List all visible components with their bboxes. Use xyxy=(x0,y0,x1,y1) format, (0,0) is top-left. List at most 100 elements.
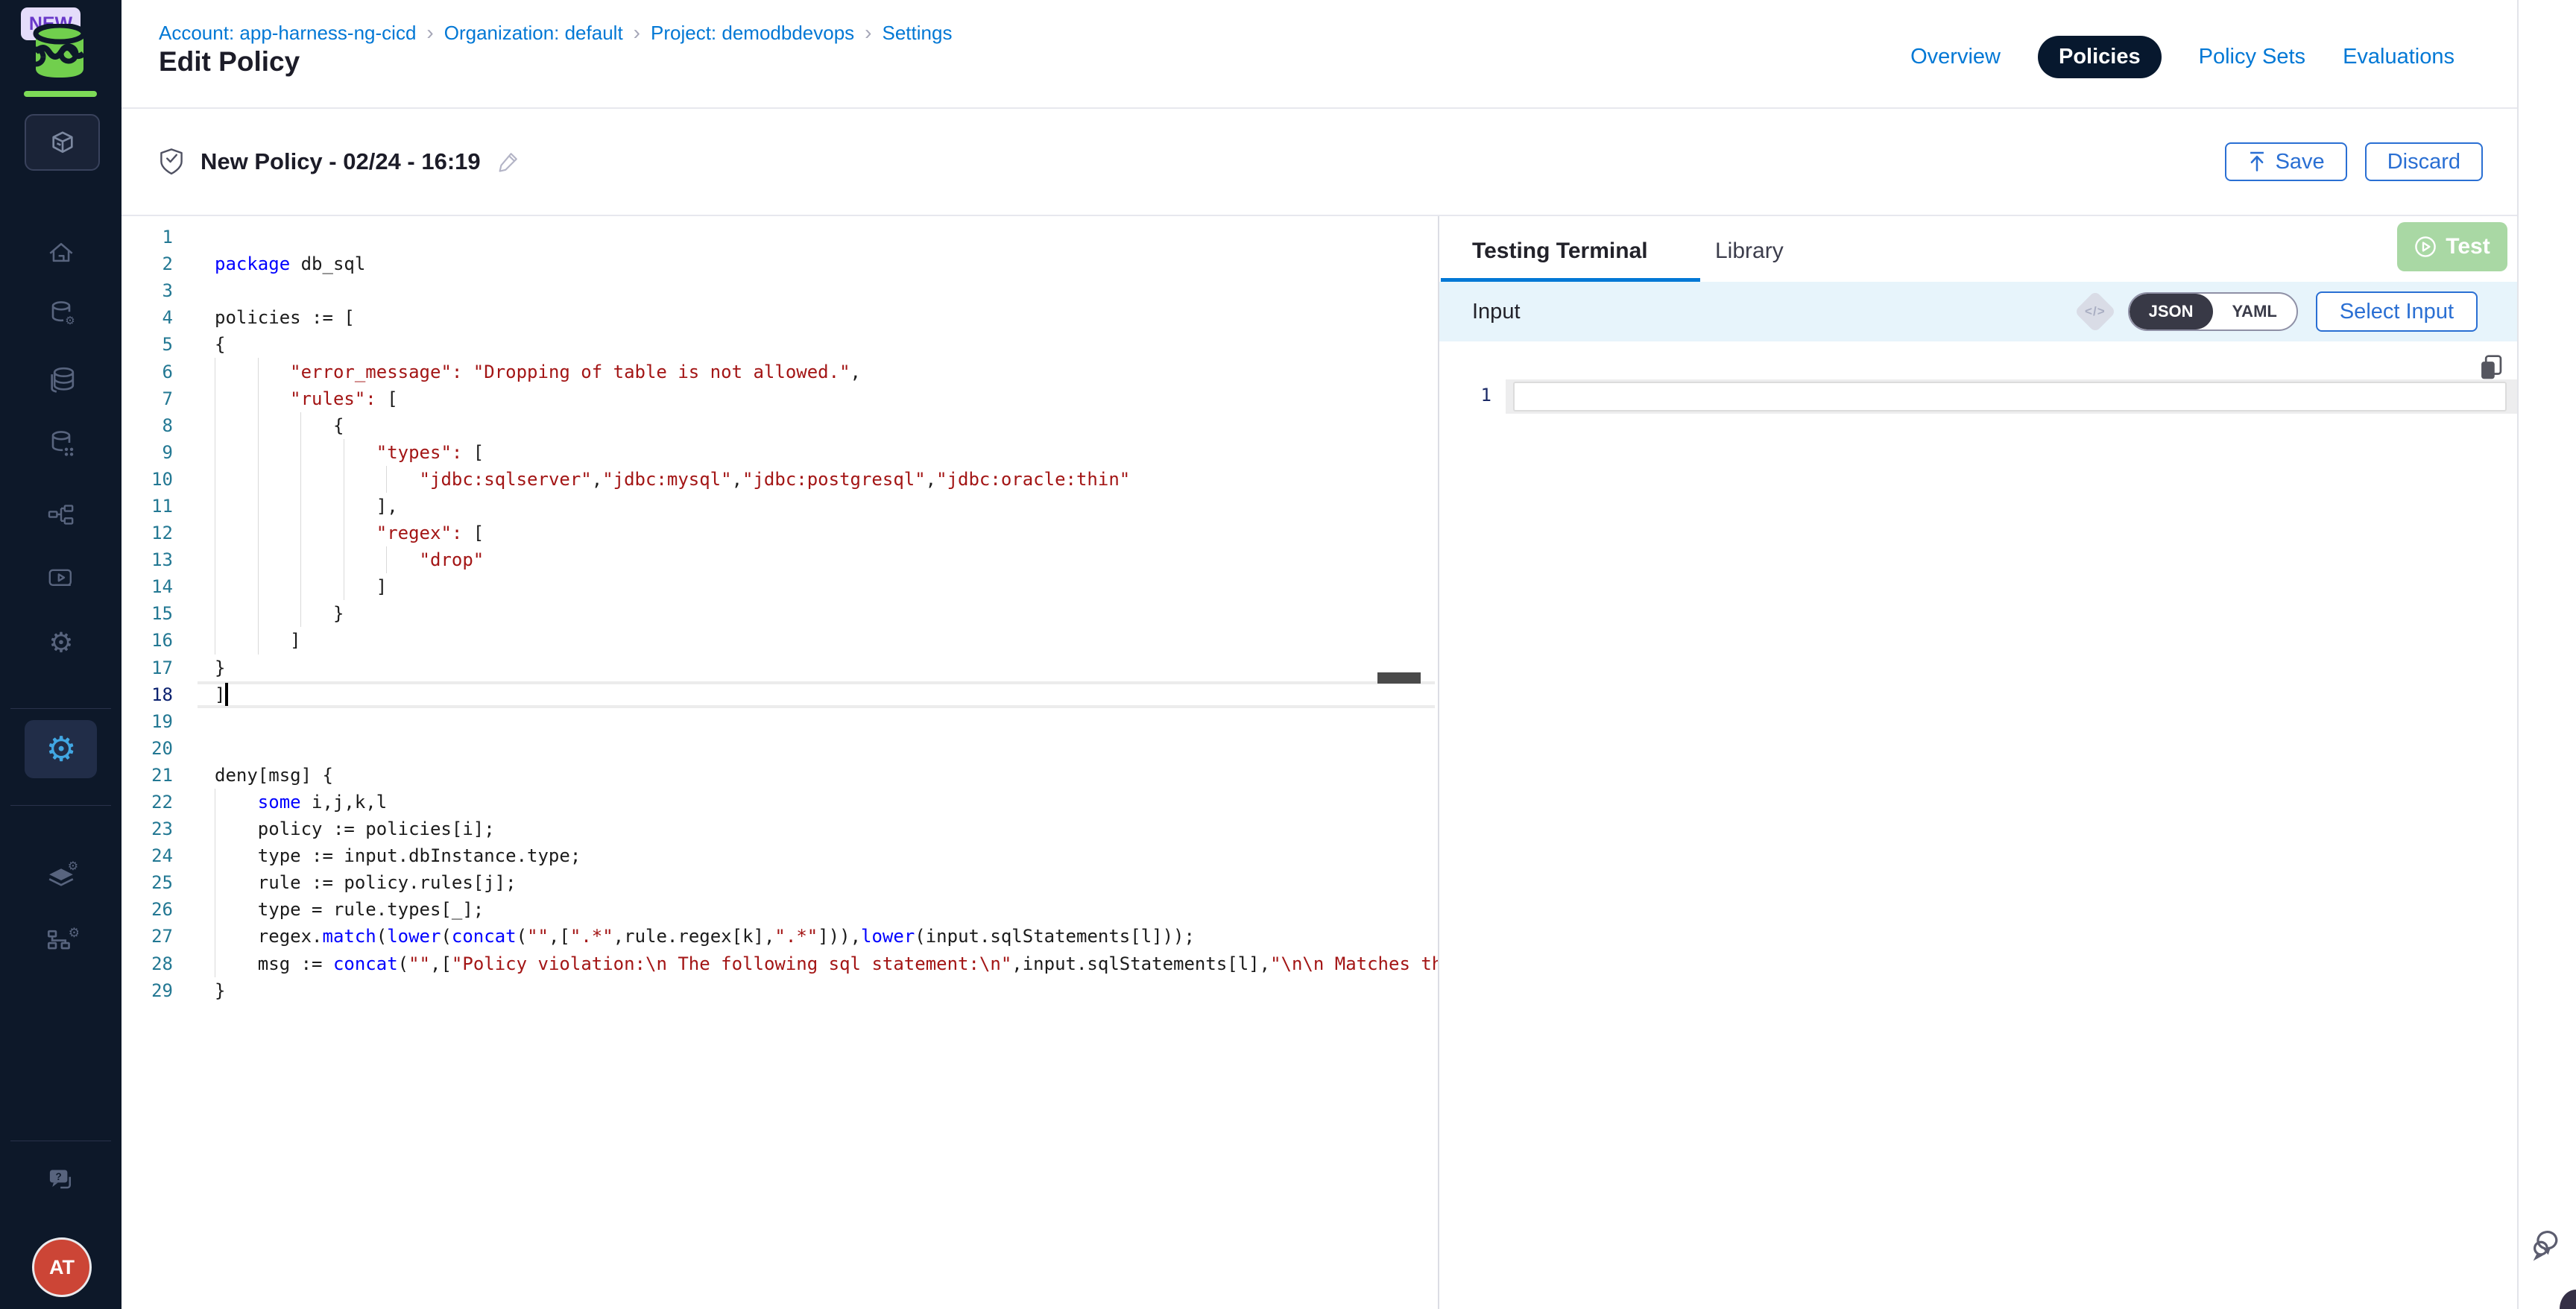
code-line[interactable]: 3 xyxy=(121,277,1438,304)
discard-button[interactable]: Discard xyxy=(2365,142,2483,181)
code-line[interactable]: 7 "rules": [ xyxy=(121,385,1438,412)
database-dots-icon xyxy=(45,426,78,459)
breadcrumb-settings[interactable]: Settings xyxy=(883,22,953,45)
input-editor-active-line xyxy=(1506,379,2517,414)
breadcrumb-account[interactable]: Account: app-harness-ng-cicd xyxy=(159,22,416,45)
code-line[interactable]: 2package db_sql xyxy=(121,250,1438,277)
input-label: Input xyxy=(1472,300,1521,324)
sidebar-item-db-stack[interactable] xyxy=(0,364,121,397)
tab-evaluations[interactable]: Evaluations xyxy=(2343,45,2455,69)
code-line[interactable]: 24 type := input.dbInstance.type; xyxy=(121,842,1438,869)
code-line[interactable]: 4policies := [ xyxy=(121,304,1438,331)
breadcrumb-separator: › xyxy=(865,21,871,45)
code-line[interactable]: 1 xyxy=(121,224,1438,250)
svg-text:⚙: ⚙ xyxy=(45,731,76,769)
input-editor-line-number: 1 xyxy=(1477,385,1491,406)
code-line[interactable]: 20 xyxy=(121,735,1438,762)
sidebar-item-account-settings[interactable]: ⚙ xyxy=(0,859,121,892)
tab-policy-sets[interactable]: Policy Sets xyxy=(2199,45,2305,69)
sidebar-divider xyxy=(10,708,111,709)
copy-icon[interactable] xyxy=(2478,353,2504,382)
svg-text:⚙: ⚙ xyxy=(48,627,73,657)
code-line[interactable]: 5{ xyxy=(121,331,1438,358)
code-line[interactable]: 9 "types": [ xyxy=(121,439,1438,466)
code-line[interactable]: 12 "regex": [ xyxy=(121,520,1438,546)
input-header: Input </> JSON YAML Select Input xyxy=(1439,282,2517,341)
sidebar-item-db-settings[interactable]: ⚙ xyxy=(0,297,121,329)
code-line[interactable]: 16 ] xyxy=(121,627,1438,654)
code-format-icon[interactable]: </> xyxy=(2074,291,2116,333)
tab-policies[interactable]: Policies xyxy=(2038,36,2162,78)
code-line[interactable]: 27 regex.match(lower(concat("",[".*",rul… xyxy=(121,923,1438,950)
code-line[interactable]: 29} xyxy=(121,977,1438,1004)
code-line[interactable]: 26 type = rule.types[_]; xyxy=(121,896,1438,923)
home-icon xyxy=(45,237,77,268)
right-rail xyxy=(2517,0,2576,1309)
save-button[interactable]: Save xyxy=(2225,142,2347,181)
code-line[interactable]: 22 some i,j,k,l xyxy=(121,789,1438,816)
play-circle-icon xyxy=(2414,236,2437,258)
avatar[interactable]: AT xyxy=(32,1237,92,1297)
harness-dbdevops-logo xyxy=(33,24,86,79)
text-cursor xyxy=(225,683,228,706)
code-line[interactable]: 11 ], xyxy=(121,493,1438,520)
sidebar-item-help[interactable]: ? xyxy=(0,1164,121,1196)
sidebar-item-gear[interactable]: ⚙ xyxy=(0,626,121,659)
code-line[interactable]: 21deny[msg] { xyxy=(121,762,1438,789)
database-gear-icon: ⚙ xyxy=(45,297,78,329)
sidebar-item-home[interactable] xyxy=(0,237,121,268)
test-button[interactable]: Test xyxy=(2397,222,2507,271)
select-input-button[interactable]: Select Input xyxy=(2316,291,2478,332)
breadcrumb-project[interactable]: Project: demodbdevops xyxy=(651,22,854,45)
code-line[interactable]: 13 "drop" xyxy=(121,546,1438,573)
panel-tabs: Testing Terminal Library Test xyxy=(1439,216,2517,282)
code-line[interactable]: 6 "error_message": "Dropping of table is… xyxy=(121,358,1438,385)
code-line[interactable]: 15 } xyxy=(121,600,1438,627)
testing-panel: Testing Terminal Library Test Input </> … xyxy=(1439,216,2517,1309)
org-structure-gear-icon: ⚙ xyxy=(44,921,78,954)
svg-text:?: ? xyxy=(55,1171,61,1182)
policy-name: New Policy - 02/24 - 16:19 xyxy=(201,148,481,175)
sidebar-item-pipelines[interactable] xyxy=(0,501,121,531)
code-line[interactable]: 10 "jdbc:sqlserver","jdbc:mysql","jdbc:p… xyxy=(121,466,1438,493)
test-input-field[interactable] xyxy=(1513,382,2507,411)
help-chat-icon: ? xyxy=(44,1164,78,1196)
layers-gear-icon: ⚙ xyxy=(44,859,78,892)
code-line[interactable]: 28 msg := concat("",["Policy violation:\… xyxy=(121,950,1438,977)
code-line[interactable]: 14 ] xyxy=(121,573,1438,600)
code-line[interactable]: 19 xyxy=(121,708,1438,735)
module-selector[interactable] xyxy=(25,114,100,171)
database-stack-icon xyxy=(44,364,78,397)
sidebar-item-org-settings[interactable]: ⚙ xyxy=(0,921,121,954)
svg-text:⚙: ⚙ xyxy=(68,925,78,940)
pipeline-nodes-icon xyxy=(44,501,78,531)
format-option-json[interactable]: JSON xyxy=(2130,294,2213,329)
tab-library[interactable]: Library xyxy=(1715,239,1784,264)
breadcrumb-organization[interactable]: Organization: default xyxy=(444,22,623,45)
code-line[interactable]: 17} xyxy=(121,654,1438,681)
shield-check-icon xyxy=(159,148,184,176)
format-option-yaml[interactable]: YAML xyxy=(2213,294,2296,329)
sidebar-item-executions[interactable] xyxy=(0,564,121,593)
page-title: Edit Policy xyxy=(159,46,300,78)
breadcrumb-separator: › xyxy=(426,21,433,45)
svg-text:⚙: ⚙ xyxy=(65,315,75,327)
code-line[interactable]: 23 policy := policies[i]; xyxy=(121,816,1438,842)
chat-bubbles-icon[interactable] xyxy=(2531,1227,2566,1261)
video-play-icon xyxy=(45,564,78,593)
code-line[interactable]: 18] xyxy=(121,681,1438,708)
policy-code-editor[interactable]: 12package db_sql34policies := [5{6 "erro… xyxy=(121,216,1438,1309)
code-editor-lines: 12package db_sql34policies := [5{6 "erro… xyxy=(121,224,1438,1004)
cursor-overview-marker xyxy=(1377,672,1421,684)
edit-pencil-icon[interactable] xyxy=(497,151,520,173)
code-line[interactable]: 8 { xyxy=(121,412,1438,439)
sidebar-divider xyxy=(10,805,111,806)
sidebar-item-db-instances[interactable] xyxy=(0,426,121,459)
page-header: Account: app-harness-ng-cicd › Organizat… xyxy=(121,0,2517,109)
sidebar-item-project-settings-active[interactable]: ⚙ xyxy=(25,720,97,778)
settings-gear-active-icon: ⚙ xyxy=(42,730,80,769)
format-toggle: JSON YAML xyxy=(2128,292,2298,331)
tab-testing-terminal[interactable]: Testing Terminal xyxy=(1472,239,1648,264)
tab-overview[interactable]: Overview xyxy=(1910,45,2001,69)
code-line[interactable]: 25 rule := policy.rules[j]; xyxy=(121,869,1438,896)
